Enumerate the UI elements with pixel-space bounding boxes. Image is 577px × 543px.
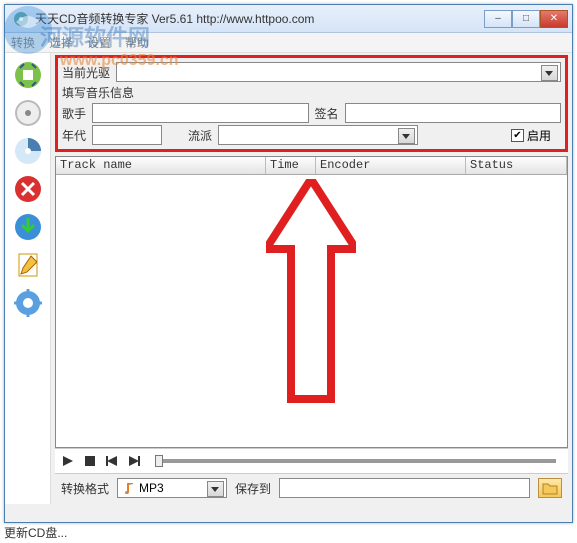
seek-slider[interactable] [155, 459, 556, 463]
titlebar: 天天CD音频转换专家 Ver5.61 http://www.httpoo.com… [5, 5, 572, 33]
disc-icon[interactable] [12, 97, 44, 129]
drive-label: 当前光驱 [62, 64, 110, 81]
next-button[interactable] [127, 454, 141, 468]
download-icon[interactable] [12, 211, 44, 243]
col-time[interactable]: Time [266, 157, 316, 174]
play-button[interactable] [61, 454, 75, 468]
menu-select[interactable]: 选择 [49, 34, 73, 51]
maximize-button[interactable]: □ [512, 10, 540, 28]
enable-checkbox[interactable]: ✔ 启用 [511, 127, 551, 144]
menu-convert[interactable]: 转换 [11, 34, 35, 51]
app-icon [13, 11, 29, 27]
seek-knob[interactable] [155, 455, 163, 467]
format-value: MP3 [139, 481, 164, 495]
saveto-input[interactable] [279, 478, 530, 498]
note-icon [122, 481, 136, 495]
checkbox-icon: ✔ [511, 129, 524, 142]
stop-button[interactable] [83, 454, 97, 468]
signature-input[interactable] [345, 103, 561, 123]
col-encoder[interactable]: Encoder [316, 157, 466, 174]
drive-combo[interactable] [116, 62, 561, 82]
browse-button[interactable] [538, 478, 562, 498]
settings-icon[interactable] [12, 287, 44, 319]
folder-icon [542, 481, 558, 495]
singer-label: 歌手 [62, 105, 86, 122]
window-title: 天天CD音频转换专家 Ver5.61 http://www.httpoo.com [35, 10, 484, 27]
enable-label: 启用 [527, 127, 551, 144]
genre-label: 流派 [188, 127, 212, 144]
menu-settings[interactable]: 设置 [87, 34, 111, 51]
col-trackname[interactable]: Track name [56, 157, 266, 174]
year-label: 年代 [62, 127, 86, 144]
year-input[interactable] [92, 125, 162, 145]
sidebar [5, 53, 51, 504]
bottom-bar: 转换格式 MP3 保存到 [55, 474, 568, 502]
menubar: 转换 选择 设置 帮助 [5, 33, 572, 53]
track-table: Track name Time Encoder Status [55, 156, 568, 448]
format-label: 转换格式 [61, 480, 109, 497]
rip-icon[interactable] [12, 59, 44, 91]
music-info-label: 填写音乐信息 [62, 84, 561, 101]
cd-icon[interactable] [12, 135, 44, 167]
music-info-panel: 当前光驱 填写音乐信息 歌手 签名 年代 流派 ✔ [55, 55, 568, 152]
signature-label: 签名 [315, 105, 339, 122]
saveto-label: 保存到 [235, 480, 271, 497]
format-combo[interactable]: MP3 [117, 478, 227, 498]
playback-bar [55, 448, 568, 474]
table-body[interactable] [56, 175, 567, 447]
edit-icon[interactable] [12, 249, 44, 281]
cancel-icon[interactable] [12, 173, 44, 205]
table-header: Track name Time Encoder Status [56, 157, 567, 175]
col-status[interactable]: Status [466, 157, 567, 174]
singer-input[interactable] [92, 103, 308, 123]
close-button[interactable]: ✕ [540, 10, 568, 28]
prev-button[interactable] [105, 454, 119, 468]
status-text: 更新CD盘... [4, 524, 67, 541]
menu-help[interactable]: 帮助 [125, 34, 149, 51]
minimize-button[interactable]: – [484, 10, 512, 28]
main-window: 天天CD音频转换专家 Ver5.61 http://www.httpoo.com… [4, 4, 573, 523]
genre-combo[interactable] [218, 125, 418, 145]
annotation-arrow-icon [266, 179, 356, 404]
